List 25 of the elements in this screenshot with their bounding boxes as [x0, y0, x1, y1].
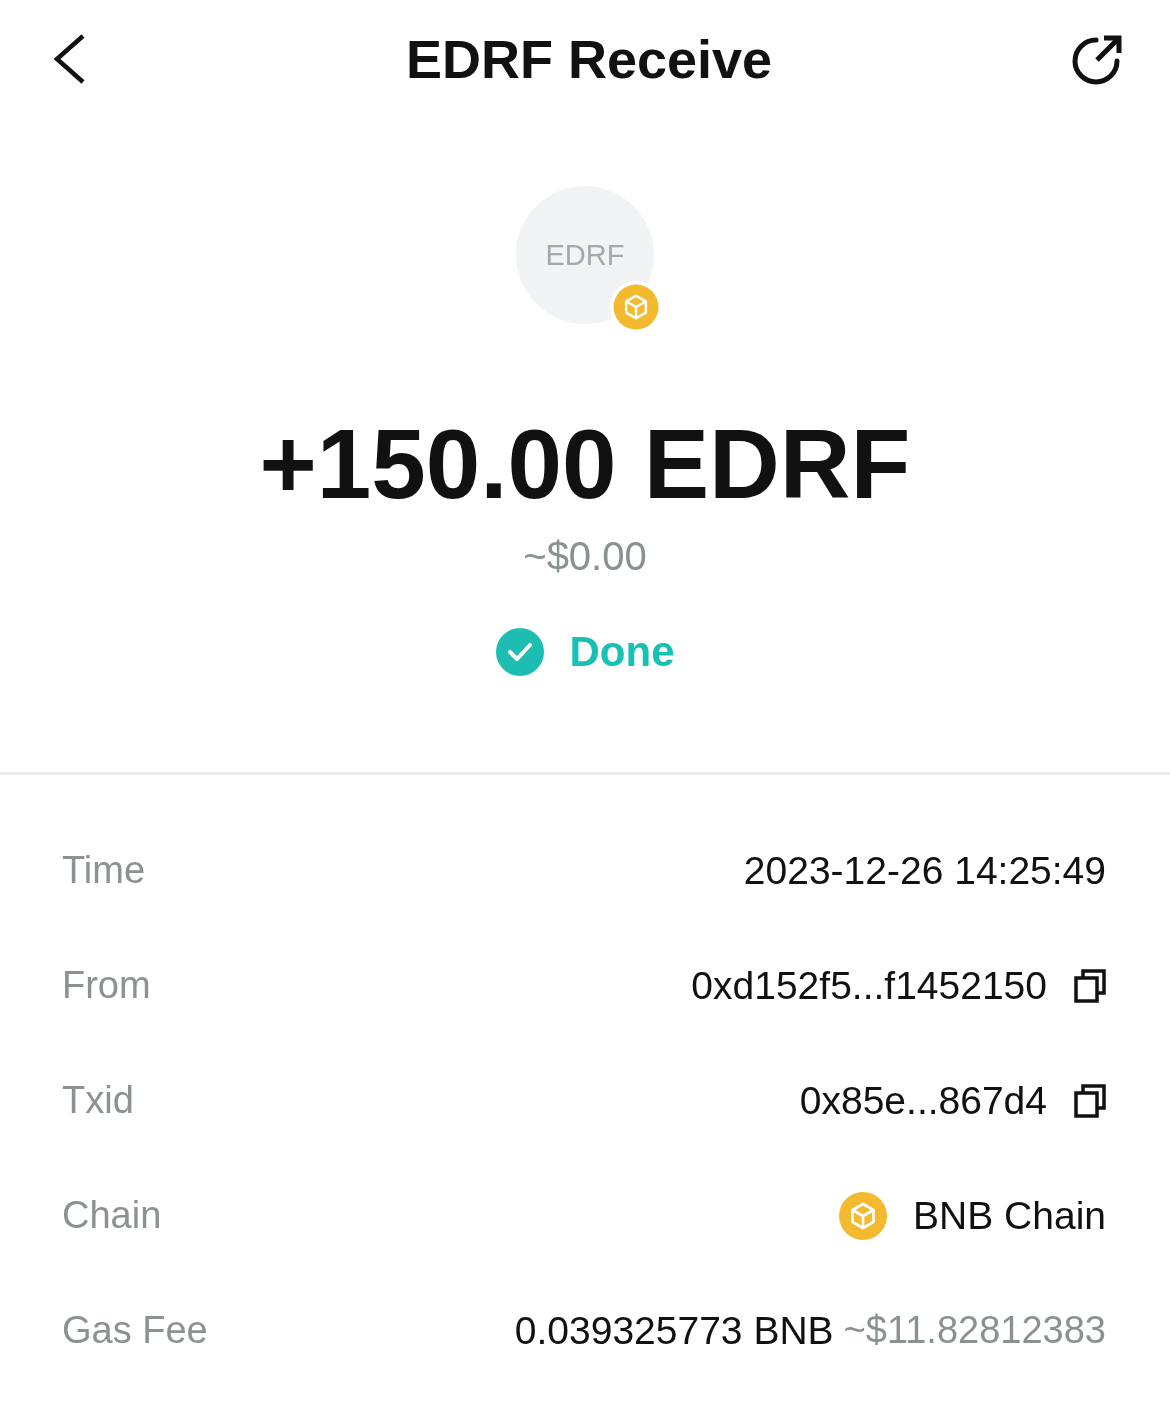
detail-label: Chain [62, 1194, 162, 1237]
back-button[interactable] [52, 33, 86, 85]
copy-button[interactable] [1074, 1083, 1106, 1118]
amount-value: +150.00 EDRF [259, 415, 911, 513]
back-chevron-icon [52, 33, 86, 85]
status-label: Done [569, 631, 675, 673]
detail-label: Gas Fee [62, 1309, 208, 1352]
fee-amount: 0.039325773 BNB [514, 1308, 834, 1353]
detail-value: 0xd152f5...f1452150 [691, 963, 1047, 1008]
detail-label: From [62, 964, 151, 1007]
chain-name: BNB Chain [913, 1193, 1106, 1238]
copy-icon [1074, 1083, 1106, 1118]
copy-button[interactable] [1074, 968, 1106, 1003]
fee-fiat-value: ~$11.82812383 [843, 1309, 1106, 1352]
detail-value: 2023-12-26 14:25:49 [743, 848, 1106, 893]
detail-value: 0x85e...867d4 [799, 1078, 1047, 1123]
page-title: EDRF Receive [405, 28, 773, 90]
cube-coin-icon [839, 1191, 888, 1240]
detail-label: Time [62, 849, 146, 892]
cube-badge-icon [610, 281, 662, 333]
token-symbol: EDRF [545, 240, 625, 270]
detail-label: Txid [62, 1079, 134, 1122]
check-circle-icon [495, 628, 544, 676]
copy-icon [1074, 968, 1106, 1003]
fiat-value: ~$0.00 [523, 536, 647, 576]
